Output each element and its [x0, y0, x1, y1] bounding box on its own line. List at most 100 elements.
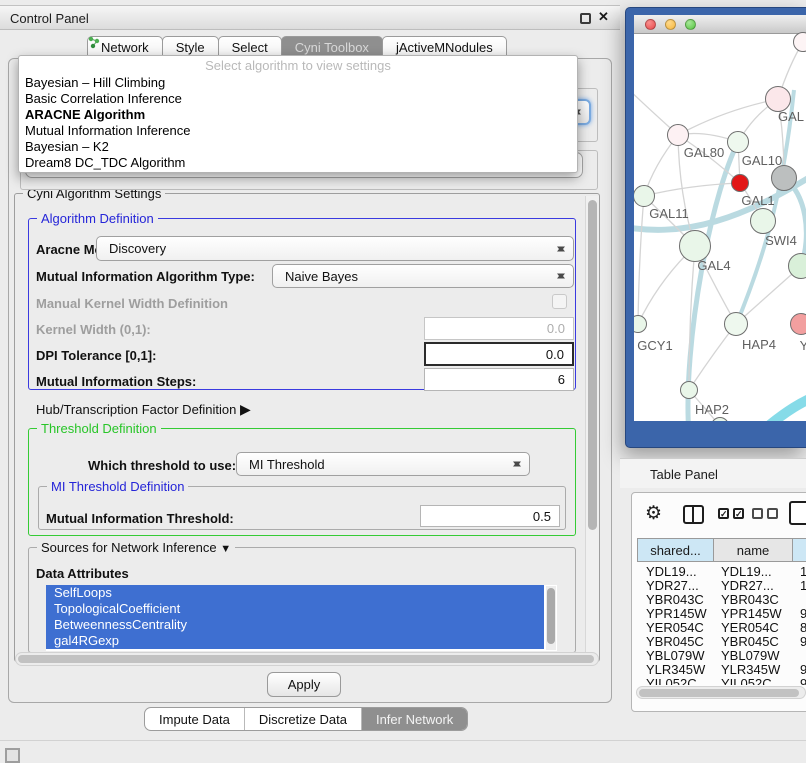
table-row[interactable]: YIL052CYIL052C9: [637, 676, 806, 685]
table-row[interactable]: YBR043CYBR043C: [637, 592, 806, 606]
table-row[interactable]: YBR045CYBR045C9.: [637, 634, 806, 648]
table-horizontal-scrollbar-thumb[interactable]: [639, 689, 799, 697]
column-layout-icon[interactable]: [683, 505, 704, 524]
table-cell: [791, 648, 806, 662]
panel-corner-icon[interactable]: [5, 748, 20, 763]
attributes-scrollbar[interactable]: [546, 586, 556, 650]
settings-vertical-scrollbar[interactable]: [585, 196, 599, 659]
node-HAP2[interactable]: [680, 381, 698, 399]
column-header-shared[interactable]: shared...: [638, 539, 713, 561]
table-cell: 9.: [791, 606, 806, 620]
hub-definition-toggle[interactable]: Hub/Transcription Factor Definition ▶: [36, 401, 251, 418]
column-header-name[interactable]: name: [713, 539, 792, 561]
float-panel-icon[interactable]: [580, 13, 591, 24]
node-GAL1[interactable]: [750, 208, 776, 234]
node-top-partial[interactable]: [793, 32, 806, 52]
mi-steps-field[interactable]: 6: [424, 368, 574, 391]
column-header-A[interactable]: A: [792, 539, 806, 561]
algorithm-option-mutual-information-inference[interactable]: Mutual Information Inference: [19, 123, 577, 139]
table-row[interactable]: YPR145WYPR145W9.: [637, 606, 806, 620]
table-cell: YBR045C: [712, 634, 791, 648]
sources-group-title[interactable]: Sources for Network Inference ▼: [37, 540, 235, 555]
table-cell: 9.: [791, 662, 806, 676]
settings-horizontal-scrollbar[interactable]: [15, 652, 599, 666]
algorithm-option-dream8-dc-tdc-algorithm[interactable]: Dream8 DC_TDC Algorithm: [19, 155, 577, 171]
aracne-mode-combo[interactable]: Discovery: [96, 236, 574, 261]
table-panel-bar: Table Panel: [620, 458, 806, 488]
attribute-item-selfloops[interactable]: SelfLoops: [46, 585, 544, 601]
node-label-gal80: GAL80: [684, 145, 724, 160]
close-traffic-icon[interactable]: [645, 19, 656, 30]
spinner-arrows-icon: [557, 270, 566, 283]
table-cell: YBR043C: [637, 592, 712, 606]
tab-infer-network[interactable]: Infer Network: [361, 708, 467, 730]
unchecked-checkbox-icon[interactable]: [767, 508, 778, 519]
which-threshold-combo[interactable]: MI Threshold: [236, 452, 530, 476]
node-label-gcy1: GCY1: [637, 338, 672, 353]
gear-icon[interactable]: ⚙: [645, 502, 662, 525]
unchecked-checkbox-icon[interactable]: [752, 508, 763, 519]
table-cell: [791, 592, 806, 606]
node-red-node[interactable]: [731, 174, 749, 192]
zoom-traffic-icon[interactable]: [685, 19, 696, 30]
spinner-arrows-icon: [557, 242, 566, 255]
checked-checkbox-icon[interactable]: ✓: [718, 508, 729, 519]
apply-button[interactable]: Apply: [267, 672, 341, 697]
node-GAL80[interactable]: [667, 124, 689, 146]
table-cell: YPR145W: [712, 606, 791, 620]
node-right-pink[interactable]: [790, 313, 806, 335]
tab-discretize-data[interactable]: Discretize Data: [244, 708, 361, 730]
settings-vertical-scrollbar-thumb[interactable]: [588, 200, 597, 530]
threshold-definition-title: Threshold Definition: [37, 421, 161, 436]
table-horizontal-scrollbar[interactable]: [636, 686, 806, 699]
table-row[interactable]: YER054CYER054C8.: [637, 620, 806, 634]
table-cell: YPR145W: [637, 606, 712, 620]
mi-algorithm-type-combo[interactable]: Naive Bayes: [272, 264, 574, 288]
algorithm-option-bayesian-hill-climbing[interactable]: Bayesian – Hill Climbing: [19, 75, 577, 91]
algorithm-option-bayesian-k2[interactable]: Bayesian – K2: [19, 139, 577, 155]
minimize-traffic-icon[interactable]: [665, 19, 676, 30]
network-window-titlebar[interactable]: [634, 15, 806, 34]
mi-threshold-label: Mutual Information Threshold:: [46, 511, 234, 526]
network-canvas[interactable]: GALGAL80GAL10GAL1GAL11SWI4GAL4GCY1HAP4YH…: [634, 35, 806, 421]
mi-threshold-field[interactable]: 0.5: [420, 505, 560, 527]
attributes-scrollbar-thumb[interactable]: [547, 588, 555, 644]
table-row[interactable]: YDL19...YDL19...13: [637, 564, 806, 578]
manual-kernel-width-label: Manual Kernel Width Definition: [36, 296, 228, 311]
attribute-item-betweennesscentrality[interactable]: BetweennessCentrality: [46, 617, 544, 633]
checked-checkbox-icon[interactable]: ✓: [733, 508, 744, 519]
table-row[interactable]: YLR345WYLR345W9.: [637, 662, 806, 676]
algorithm-option-aracne-algorithm[interactable]: ARACNE Algorithm: [19, 107, 577, 123]
mi-algorithm-type-label: Mutual Information Algorithm Type:: [36, 269, 255, 284]
kernel-width-field[interactable]: 0.0: [424, 317, 574, 340]
node-gray-node[interactable]: [771, 165, 797, 191]
tab-label: Cyni Toolbox: [295, 40, 369, 55]
table-cell: YER054C: [712, 620, 791, 634]
network-icon: [88, 36, 100, 49]
close-icon[interactable]: ✕: [598, 9, 609, 25]
kernel-width-label: Kernel Width (0,1):: [36, 322, 151, 337]
node-label-hap2: HAP2: [695, 402, 729, 417]
table-row[interactable]: YBL079WYBL079W: [637, 648, 806, 662]
node-GAL10[interactable]: [727, 131, 749, 153]
attribute-item-gal4rgexp[interactable]: gal4RGexp: [46, 633, 544, 649]
dpi-tolerance-field[interactable]: 0.0: [424, 342, 574, 366]
manual-kernel-width-checkbox[interactable]: [552, 294, 567, 309]
tab-label: Style: [176, 40, 205, 55]
expand-right-icon: ▶: [240, 401, 251, 417]
node-label-gal10: GAL10: [742, 153, 782, 168]
node-HAP4[interactable]: [724, 312, 748, 336]
network-view-window[interactable]: GALGAL80GAL10GAL1GAL11SWI4GAL4GCY1HAP4YH…: [625, 7, 806, 448]
document-icon[interactable]: [789, 501, 806, 525]
bottom-divider: [0, 740, 806, 741]
algorithm-dropdown-list: Select algorithm to view settings Bayesi…: [18, 55, 578, 173]
table-cell: YBL079W: [637, 648, 712, 662]
table-row[interactable]: YDR27...YDR27...12: [637, 578, 806, 592]
node-GAL11[interactable]: [634, 185, 655, 207]
hub-definition-label: Hub/Transcription Factor Definition: [36, 402, 236, 417]
settings-horizontal-scrollbar-thumb[interactable]: [18, 655, 594, 663]
algorithm-option-basic-correlation-inference[interactable]: Basic Correlation Inference: [19, 91, 577, 107]
tab-impute-data[interactable]: Impute Data: [145, 708, 244, 730]
table-cell: YBR043C: [712, 592, 791, 606]
attribute-item-topologicalcoefficient[interactable]: TopologicalCoefficient: [46, 601, 544, 617]
